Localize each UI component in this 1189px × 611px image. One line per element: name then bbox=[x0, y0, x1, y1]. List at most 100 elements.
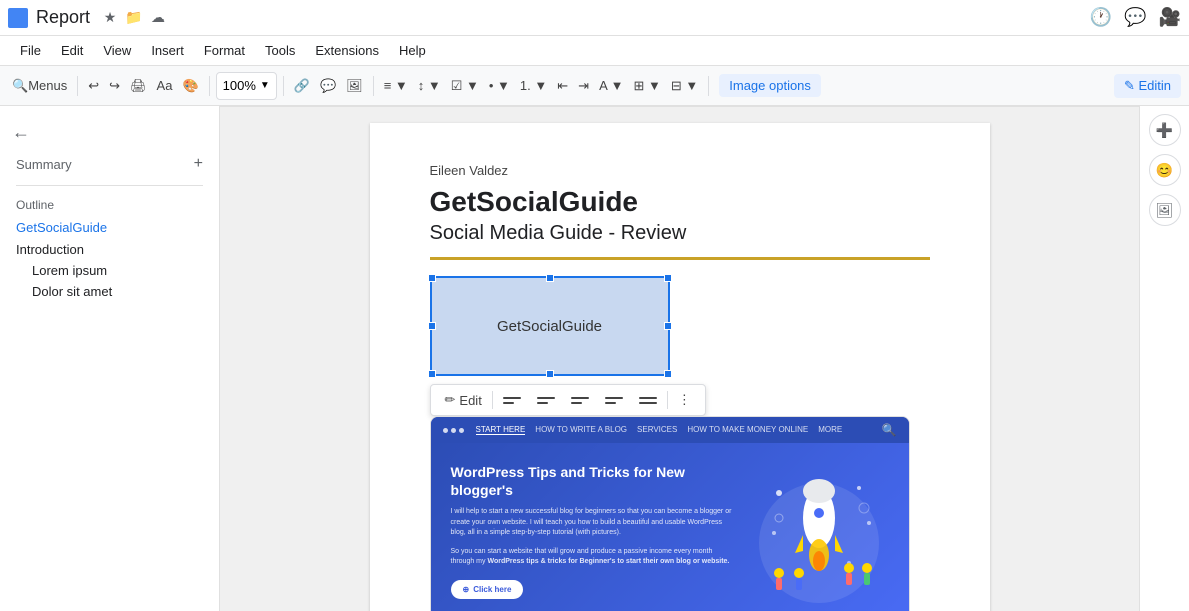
zoom-select[interactable]: 100% ▼ bbox=[216, 72, 277, 100]
indent-increase-button[interactable]: ⇥ bbox=[574, 72, 593, 100]
image-edit-button[interactable]: ✏ Edit bbox=[439, 389, 488, 411]
image-toolbar: ✏ Edit bbox=[430, 384, 706, 416]
website-hero-title: WordPress Tips and Tricks for New blogge… bbox=[451, 463, 733, 499]
handle-bottom-middle[interactable] bbox=[546, 370, 554, 378]
paint-format-button[interactable]: 🎨 bbox=[178, 72, 202, 100]
checklist-button[interactable]: ☑ ▼ bbox=[447, 72, 483, 100]
right-panel-emoji-button[interactable]: 😊 bbox=[1149, 154, 1181, 186]
circle-icon: ⊕ bbox=[463, 585, 470, 594]
image-align-wrap-left-button[interactable] bbox=[531, 390, 561, 410]
sidebar-item-lorem-ipsum[interactable]: Lorem ipsum bbox=[0, 260, 219, 281]
menu-view[interactable]: View bbox=[95, 39, 139, 62]
meet-icon[interactable]: 🎥 bbox=[1159, 7, 1181, 28]
nav-link-blog[interactable]: HOW TO WRITE A BLOG bbox=[535, 425, 627, 435]
document-subtitle: Social Media Guide - Review bbox=[430, 222, 930, 245]
summary-label: Summary bbox=[16, 157, 72, 172]
comment-toolbar-button[interactable]: 💬 bbox=[316, 72, 340, 100]
menu-bar: File Edit View Insert Format Tools Exten… bbox=[0, 36, 1189, 66]
menu-file[interactable]: File bbox=[12, 39, 49, 62]
website-hero-desc2: So you can start a website that will gro… bbox=[451, 547, 733, 568]
print-button[interactable]: 🖨 bbox=[126, 72, 151, 100]
document-divider bbox=[430, 257, 930, 260]
handle-top-right[interactable] bbox=[664, 274, 672, 282]
number-list-button[interactable]: 1. ▼ bbox=[516, 72, 551, 100]
outline-label: Outline bbox=[0, 194, 219, 216]
nav-link-start[interactable]: START HERE bbox=[476, 425, 526, 435]
highlight-button[interactable]: A ▼ bbox=[595, 72, 627, 100]
menus-button[interactable]: 🔍 Menus bbox=[8, 72, 71, 100]
image-align-wrap-button[interactable] bbox=[565, 390, 595, 410]
align-button[interactable]: ≡ ▼ bbox=[380, 72, 412, 100]
sidebar-item-dolor-sit-amet[interactable]: Dolor sit amet bbox=[0, 281, 219, 302]
document-author: Eileen Valdez bbox=[430, 163, 930, 178]
image-container[interactable]: GetSocialGuide bbox=[430, 276, 930, 376]
toolbar-divider-1 bbox=[77, 76, 78, 96]
sidebar-item-getsocialguide[interactable]: GetSocialGuide bbox=[0, 216, 219, 239]
sidebar-back-button[interactable]: ← bbox=[0, 118, 219, 151]
top-bar: Report ★ 📁 ☁ 🕐 💬 🎥 bbox=[0, 0, 1189, 36]
folder-icon[interactable]: 📁 bbox=[124, 8, 144, 28]
image-align-inline-button[interactable] bbox=[497, 390, 527, 410]
image-align-break-button[interactable] bbox=[633, 390, 663, 410]
website-rocket-image bbox=[749, 463, 889, 611]
toolbar: 🔍 Menus ↩ ↪ 🖨 Aa 🎨 100% ▼ 🔗 💬 🖼 ≡ ▼ ↕ ▼ … bbox=[0, 66, 1189, 106]
handle-bottom-left[interactable] bbox=[428, 370, 436, 378]
sidebar-divider bbox=[16, 185, 203, 186]
page-wrapper: Eileen Valdez GetSocialGuide Social Medi… bbox=[370, 123, 990, 611]
website-hero: WordPress Tips and Tricks for New blogge… bbox=[431, 443, 909, 611]
menu-insert[interactable]: Insert bbox=[143, 39, 192, 62]
redo-button[interactable]: ↪ bbox=[105, 72, 124, 100]
nav-link-services[interactable]: SERVICES bbox=[637, 425, 677, 435]
handle-middle-left[interactable] bbox=[428, 322, 436, 330]
back-arrow-icon: ← bbox=[12, 122, 30, 143]
right-panel: ➕ 😊 🖼 bbox=[1139, 106, 1189, 611]
history-icon[interactable]: 🕐 bbox=[1090, 7, 1112, 28]
menu-extensions[interactable]: Extensions bbox=[307, 39, 387, 62]
align-wrap-icon bbox=[571, 393, 589, 407]
indent-decrease-button[interactable]: ⇤ bbox=[553, 72, 572, 100]
website-hero-desc1: I will help to start a new successful bl… bbox=[451, 507, 733, 539]
column-button[interactable]: ⊞ ▼ bbox=[630, 72, 665, 100]
nav-link-money[interactable]: HOW TO MAKE MONEY ONLINE bbox=[687, 425, 808, 435]
comment-icon[interactable]: 💬 bbox=[1124, 7, 1146, 28]
sidebar-item-introduction[interactable]: Introduction bbox=[0, 239, 219, 260]
ruler: 3 4 5 6 7 8 9 10 11 12 13 14 15 16 17 18 bbox=[220, 106, 1139, 107]
toolbar-divider-5 bbox=[708, 76, 709, 96]
website-cta-button[interactable]: ⊕ Click here bbox=[451, 580, 524, 599]
nav-link-more[interactable]: MORE bbox=[818, 425, 842, 435]
image-insert-button[interactable]: 🖼 bbox=[342, 72, 367, 100]
cloud-icon[interactable]: ☁ bbox=[148, 8, 168, 28]
undo-button[interactable]: ↩ bbox=[84, 72, 103, 100]
line-spacing-button[interactable]: ↕ ▼ bbox=[414, 72, 445, 100]
pencil-icon: ✏ bbox=[445, 392, 456, 408]
right-panel-add-button[interactable]: ➕ bbox=[1149, 114, 1181, 146]
handle-middle-right[interactable] bbox=[664, 322, 672, 330]
handle-bottom-right[interactable] bbox=[664, 370, 672, 378]
align-wrap-right-icon bbox=[605, 393, 623, 407]
menu-help[interactable]: Help bbox=[391, 39, 434, 62]
website-hero-text: WordPress Tips and Tricks for New blogge… bbox=[451, 463, 733, 599]
star-icon[interactable]: ★ bbox=[100, 8, 120, 28]
handle-top-middle[interactable] bbox=[546, 274, 554, 282]
summary-add-button[interactable]: + bbox=[194, 155, 203, 173]
website-screenshot: START HERE HOW TO WRITE A BLOG SERVICES … bbox=[430, 416, 910, 611]
website-search-icon[interactable]: 🔍 bbox=[882, 423, 897, 437]
sidebar: ← Summary + Outline GetSocialGuide Intro… bbox=[0, 106, 220, 611]
top-bar-icons: ★ 📁 ☁ bbox=[100, 8, 168, 28]
right-panel-image-button[interactable]: 🖼 bbox=[1149, 194, 1181, 226]
menu-edit[interactable]: Edit bbox=[53, 39, 91, 62]
align-break-icon bbox=[639, 393, 657, 407]
image-align-wrap-right-button[interactable] bbox=[599, 390, 629, 410]
format-options-button[interactable]: ⊟ ▼ bbox=[667, 72, 702, 100]
bullet-list-button[interactable]: • ▼ bbox=[485, 72, 514, 100]
image-more-options-button[interactable]: ⋮ bbox=[672, 389, 697, 411]
image-box-text: GetSocialGuide bbox=[497, 318, 602, 335]
handle-top-left[interactable] bbox=[428, 274, 436, 282]
editing-button[interactable]: ✎ Editin bbox=[1114, 74, 1181, 98]
spell-check-button[interactable]: Aa bbox=[153, 72, 177, 100]
link-button[interactable]: 🔗 bbox=[290, 72, 314, 100]
selected-image-box[interactable]: GetSocialGuide bbox=[430, 276, 670, 376]
menu-tools[interactable]: Tools bbox=[257, 39, 303, 62]
image-options-button[interactable]: Image options bbox=[719, 74, 821, 97]
menu-format[interactable]: Format bbox=[196, 39, 253, 62]
